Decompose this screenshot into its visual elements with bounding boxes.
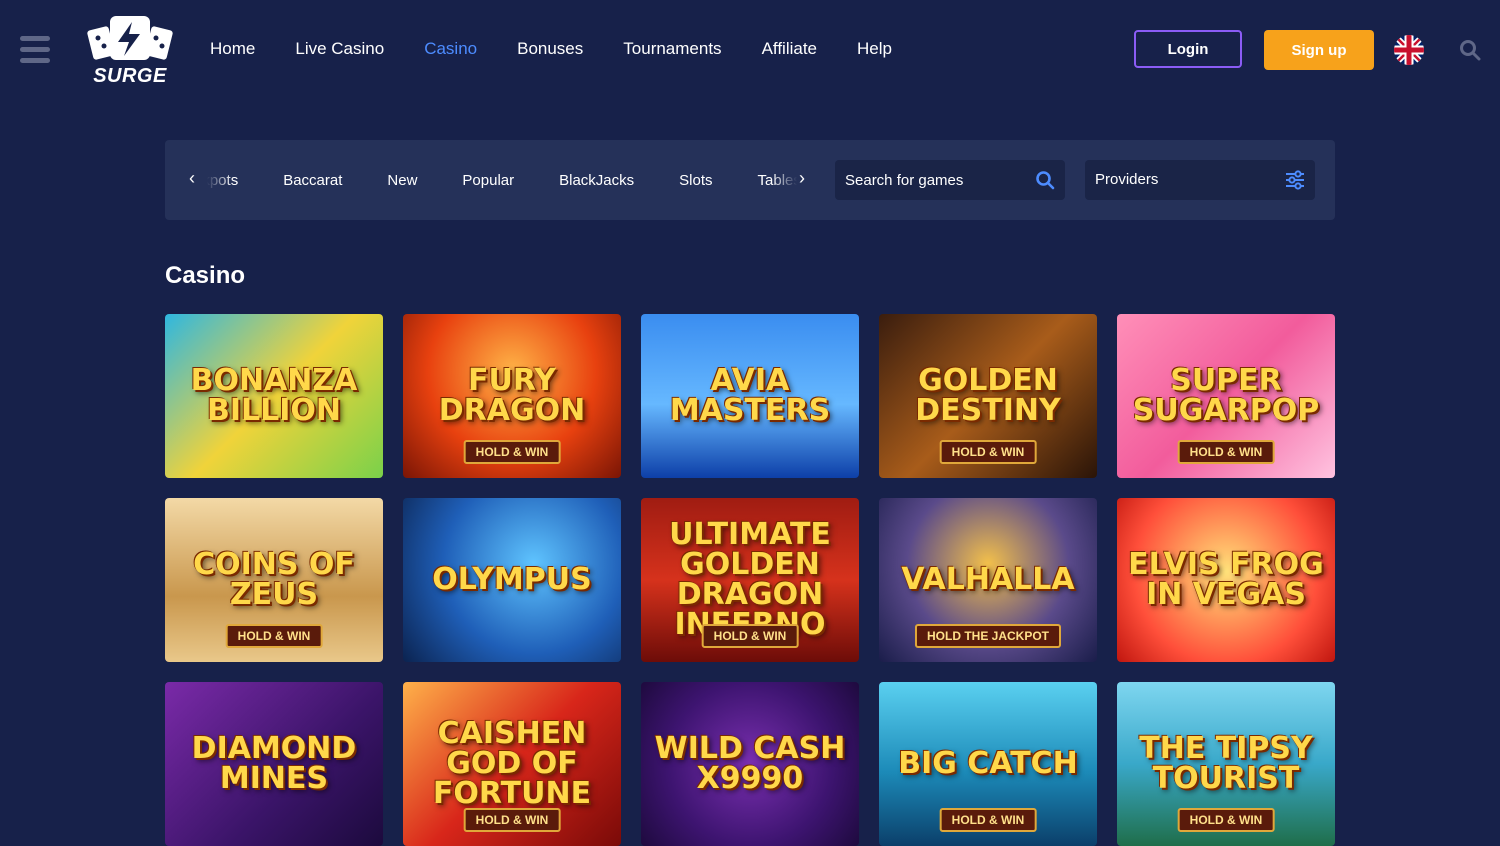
game-tile[interactable]: WILD CASH X9990 — [641, 682, 859, 846]
game-tile[interactable]: GOLDEN DESTINY HOLD & WIN — [879, 314, 1097, 478]
nav-live-casino[interactable]: Live Casino — [295, 39, 384, 59]
game-badge: HOLD & WIN — [701, 624, 799, 648]
logo-text: SURGE — [93, 65, 167, 87]
game-filter-bar: ‹ Jackpots Baccarat New Popular BlackJac… — [165, 140, 1335, 220]
game-title: VALHALLA — [901, 562, 1075, 597]
game-title: THE TIPSY TOURIST — [1139, 731, 1313, 796]
nav-casino[interactable]: Casino — [424, 39, 477, 59]
game-tile[interactable]: AVIA MASTERS — [641, 314, 859, 478]
search-icon[interactable] — [1035, 170, 1055, 190]
game-search — [835, 160, 1065, 200]
game-title: OLYMPUS — [432, 562, 592, 597]
game-title: AVIA MASTERS — [669, 363, 831, 428]
search-input[interactable] — [835, 160, 1025, 200]
game-tile[interactable]: SUPER SUGARPOP HOLD & WIN — [1117, 314, 1335, 478]
category-blackjacks[interactable]: BlackJacks — [559, 172, 634, 189]
game-title: BONANZA BILLION — [190, 363, 358, 428]
uk-flag-icon[interactable] — [1394, 35, 1424, 65]
nav-home[interactable]: Home — [210, 39, 255, 59]
game-title: BIG CATCH — [898, 746, 1078, 781]
game-tile[interactable]: FURY DRAGON HOLD & WIN — [403, 314, 621, 478]
game-tile[interactable]: BONANZA BILLION — [165, 314, 383, 478]
game-tile[interactable]: OLYMPUS — [403, 498, 621, 662]
category-popular[interactable]: Popular — [462, 172, 514, 189]
game-title: GOLDEN DESTINY — [915, 363, 1061, 428]
game-grid: BONANZA BILLION FURY DRAGON HOLD & WIN AVIA… — [165, 314, 1335, 846]
nav-affiliate[interactable]: Affiliate — [762, 39, 817, 59]
chevron-right-icon[interactable]: › — [799, 168, 805, 189]
category-baccarat[interactable]: Baccarat — [283, 172, 342, 189]
game-tile[interactable]: CAISHEN GOD OF FORTUNE HOLD & WIN — [403, 682, 621, 846]
game-badge: HOLD & WIN — [463, 440, 561, 464]
game-badge: HOLD & WIN — [225, 624, 323, 648]
game-badge: HOLD THE JACKPOT — [914, 624, 1062, 648]
game-title: COINS OF ZEUS — [193, 547, 355, 612]
game-tile[interactable]: COINS OF ZEUS HOLD & WIN — [165, 498, 383, 662]
game-title: ELVIS FROG IN VEGAS — [1128, 547, 1324, 612]
game-badge: HOLD & WIN — [939, 808, 1037, 832]
category-scroller: Jackpots Baccarat New Popular BlackJacks… — [207, 172, 797, 194]
game-tile[interactable]: DIAMOND MINES — [165, 682, 383, 846]
game-tile[interactable]: ELVIS FROG IN VEGAS — [1117, 498, 1335, 662]
game-title: ULTIMATE GOLDEN DRAGON INFERNO — [669, 517, 831, 640]
section-title: Casino — [165, 262, 246, 289]
game-tile[interactable]: THE TIPSY TOURIST HOLD & WIN — [1117, 682, 1335, 846]
logo-cards-icon — [87, 16, 173, 60]
login-button[interactable]: Login — [1134, 30, 1242, 68]
nav-help[interactable]: Help — [857, 39, 892, 59]
game-tile[interactable]: VALHALLA HOLD THE JACKPOT — [879, 498, 1097, 662]
chevron-left-icon[interactable]: ‹ — [189, 168, 195, 189]
game-title: FURY DRAGON — [438, 363, 586, 428]
game-badge: HOLD & WIN — [939, 440, 1037, 464]
game-tile[interactable]: ULTIMATE GOLDEN DRAGON INFERNOHOLD & WIN — [641, 498, 859, 662]
game-badge: HOLD & WIN — [463, 808, 561, 832]
nav-bonuses[interactable]: Bonuses — [517, 39, 583, 59]
main-nav: Home Live Casino Casino Bonuses Tourname… — [210, 39, 932, 59]
hamburger-menu-icon[interactable] — [20, 36, 50, 63]
game-title: WILD CASH X9990 — [654, 731, 846, 796]
category-slots[interactable]: Slots — [679, 172, 712, 189]
game-badge: HOLD & WIN — [1177, 808, 1275, 832]
providers-dropdown[interactable]: Providers — [1085, 160, 1315, 200]
game-title: CAISHEN GOD OF FORTUNE — [432, 716, 592, 811]
search-icon[interactable] — [1459, 39, 1481, 61]
signup-button[interactable]: Sign up — [1264, 30, 1374, 70]
nav-tournaments[interactable]: Tournaments — [623, 39, 721, 59]
game-title: SUPER SUGARPOP — [1132, 363, 1320, 428]
providers-label: Providers — [1095, 171, 1159, 188]
game-badge: HOLD & WIN — [1177, 440, 1275, 464]
game-tile[interactable]: BIG CATCH HOLD & WIN — [879, 682, 1097, 846]
site-logo[interactable]: SURGE — [84, 14, 176, 87]
filter-sliders-icon — [1286, 170, 1304, 190]
game-title: DIAMOND MINES — [191, 731, 357, 796]
category-new[interactable]: New — [387, 172, 417, 189]
